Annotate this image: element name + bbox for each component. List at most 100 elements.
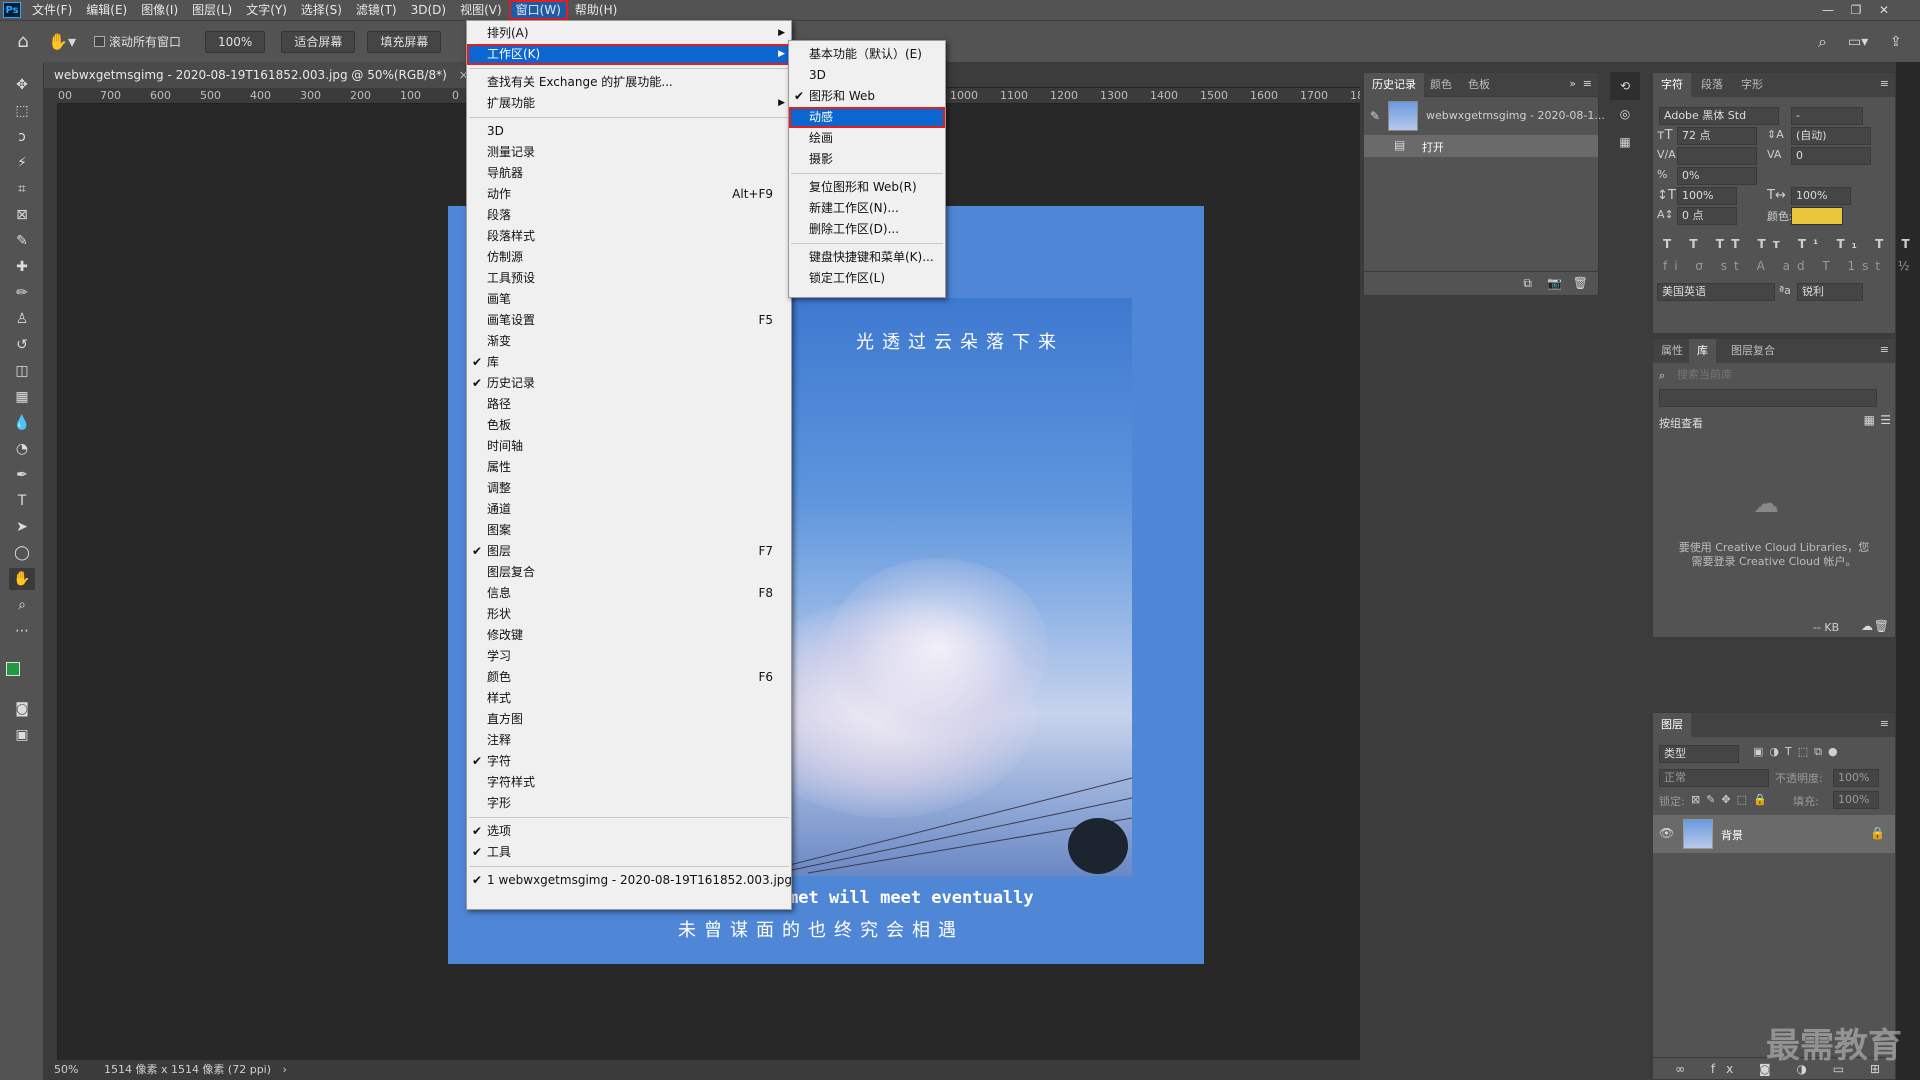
kerning-field[interactable] [1677, 147, 1757, 165]
window-menu-item[interactable]: 导航器 [467, 163, 791, 184]
brush-tool-icon[interactable]: ✏ [9, 282, 35, 304]
zoom-level[interactable]: 50% [54, 1063, 78, 1076]
workspace-layout-icon[interactable]: ▭▾ [1848, 34, 1868, 50]
lasso-tool-icon[interactable]: ↄ [9, 126, 35, 148]
workspace-menu-item[interactable]: 3D [789, 65, 945, 86]
foreground-color-swatch[interactable] [6, 662, 20, 676]
menu-filter[interactable]: 滤镜(T) [349, 0, 404, 20]
menu-layer[interactable]: 图层(L) [185, 0, 239, 20]
window-menu-item[interactable]: 颜色 F6 [467, 667, 791, 688]
window-menu-item[interactable]: 画笔 [467, 289, 791, 310]
window-menu-item[interactable]: 渐变 [467, 331, 791, 352]
window-menu-item[interactable]: 扩展功能 ▶ [467, 93, 791, 114]
tab-color[interactable]: 颜色 [1422, 73, 1460, 97]
tab-layer-comps[interactable]: 图层复合 [1723, 339, 1783, 363]
panel-menu-icon[interactable]: ≡ [1583, 77, 1592, 90]
window-menu-item[interactable]: 图层复合 [467, 562, 791, 583]
workspace-menu-item[interactable]: ✔ 图形和 Web [789, 86, 945, 107]
close-window-button[interactable]: ✕ [1870, 0, 1898, 20]
window-menu-item[interactable]: ✔ 字符 [467, 751, 791, 772]
workspace-menu-item[interactable]: 键盘快捷键和菜单(K)... [789, 247, 945, 268]
window-menu-item[interactable]: 排列(A) ▶ [467, 23, 791, 44]
tab-libraries[interactable]: 库 [1689, 339, 1716, 363]
restore-button[interactable]: ❐ [1842, 0, 1870, 20]
move-tool-icon[interactable]: ✥ [9, 74, 35, 96]
quick-mask-icon[interactable]: ◙ [9, 698, 35, 720]
history-brush-source-icon[interactable]: ✎ [1370, 109, 1380, 123]
home-icon[interactable]: ⌂ [8, 31, 38, 52]
window-menu-item[interactable]: 注释 [467, 730, 791, 751]
window-menu-item[interactable]: 时间轴 [467, 436, 791, 457]
hand-tool-preset-icon[interactable]: ✋▾ [44, 32, 80, 51]
marquee-tool-icon[interactable]: ⬚ [9, 100, 35, 122]
fill-screen-button[interactable]: 填充屏幕 [367, 30, 442, 53]
window-menu-item[interactable]: 信息 F8 [467, 583, 791, 604]
window-menu-item[interactable]: 通道 [467, 499, 791, 520]
grid-view-icon[interactable]: ▦ [1864, 413, 1875, 427]
window-menu-item[interactable]: 查找有关 Exchange 的扩展功能... [467, 72, 791, 93]
menu-view[interactable]: 视图(V) [453, 0, 509, 20]
hand-tool-icon[interactable]: ✋ [9, 568, 35, 590]
camera-icon[interactable]: 📷 [1547, 276, 1562, 290]
tab-layers[interactable]: 图层 [1653, 713, 1691, 737]
menu-3d[interactable]: 3D(D) [404, 0, 453, 20]
window-menu-item[interactable]: 学习 [467, 646, 791, 667]
fit-screen-button[interactable]: 适合屏幕 [281, 30, 356, 53]
collapse-panel-icon[interactable]: » [1569, 77, 1576, 90]
magic-wand-tool-icon[interactable]: ⚡ [9, 152, 35, 174]
crop-tool-icon[interactable]: ⌗ [9, 178, 35, 200]
zoom-tool-icon[interactable]: ⌕ [9, 594, 35, 616]
workspace-menu-item[interactable]: 锁定工作区(L) [789, 268, 945, 289]
menu-type[interactable]: 文字(Y) [239, 0, 294, 20]
window-menu-item[interactable]: ✔ 1 webwxgetmsgimg - 2020-08-19T161852.00… [467, 870, 792, 891]
window-menu-item[interactable]: 测量记录 [467, 142, 791, 163]
text-style-buttons[interactable]: T T TT Tт T¹ T₁ T T [1663, 237, 1917, 251]
window-menu-item[interactable]: 路径 [467, 394, 791, 415]
window-menu-item[interactable]: 调整 [467, 478, 791, 499]
more-tools-icon[interactable]: ⋯ [9, 620, 35, 642]
window-menu-item[interactable]: ✔ 选项 [467, 821, 791, 842]
library-select[interactable] [1659, 389, 1877, 407]
horizontal-scale-field[interactable]: 100% [1791, 187, 1851, 205]
workspace-menu-item[interactable]: 新建工作区(N)... [789, 198, 945, 219]
search-icon[interactable]: ⌕ [1818, 32, 1827, 52]
status-expand-icon[interactable]: › [283, 1063, 287, 1076]
window-menu-item[interactable]: ✔ 图层 F7 [467, 541, 791, 562]
eyedropper-tool-icon[interactable]: ✎ [9, 230, 35, 252]
window-menu-item[interactable]: 样式 [467, 688, 791, 709]
window-menu-item[interactable]: ✔ 库 [467, 352, 791, 373]
tab-glyphs[interactable]: 字形 [1733, 73, 1771, 97]
tab-swatches[interactable]: 色板 [1460, 73, 1498, 97]
window-menu-item[interactable]: 仿制源 [467, 247, 791, 268]
layer-filter-icons[interactable]: ▣◑T⬚⧉● [1753, 745, 1844, 759]
library-search-input[interactable]: 搜索当前库 [1673, 367, 1869, 385]
antialias-select[interactable]: 锐利 [1797, 283, 1863, 301]
pen-tool-icon[interactable]: ✒ [9, 464, 35, 486]
window-menu-item[interactable]: 画笔设置 F5 [467, 310, 791, 331]
history-snapshot[interactable]: ✎ webwxgetmsgimg - 2020-08-1... [1364, 97, 1605, 135]
eraser-tool-icon[interactable]: ◫ [9, 360, 35, 382]
opacity-field[interactable]: 100% [1833, 769, 1879, 787]
window-menu-item[interactable]: 工作区(K) ▶ [467, 44, 791, 65]
baseline-shift-field[interactable]: 0 点 [1677, 207, 1737, 225]
frame-tool-icon[interactable]: ⊠ [9, 204, 35, 226]
tab-paragraph[interactable]: 段落 [1693, 73, 1731, 97]
history-brush-tool-icon[interactable]: ↺ [9, 334, 35, 356]
tab-history[interactable]: 历史记录 [1364, 73, 1424, 97]
zoom-100-button[interactable]: 100% [205, 30, 266, 53]
language-select[interactable]: 美国英语 [1657, 283, 1775, 301]
window-menu-item[interactable]: 工具预设 [467, 268, 791, 289]
window-menu-item[interactable]: 3D [467, 121, 791, 142]
ellipse-tool-icon[interactable]: ◯ [9, 542, 35, 564]
dodge-tool-icon[interactable]: ◔ [9, 438, 35, 460]
window-menu-item[interactable]: 属性 [467, 457, 791, 478]
font-style-select[interactable]: - [1791, 107, 1863, 125]
grid-panel-icon[interactable]: ▦ [1610, 128, 1640, 156]
tracking-field[interactable]: 0 [1791, 147, 1871, 165]
window-menu-item[interactable]: 直方图 [467, 709, 791, 730]
minimize-button[interactable]: — [1814, 0, 1842, 20]
workspace-menu-item[interactable]: 绘画 [789, 128, 945, 149]
menu-file[interactable]: 文件(F) [25, 0, 79, 20]
screen-mode-icon[interactable]: ▣ [9, 724, 35, 746]
clone-stamp-tool-icon[interactable]: ♙ [9, 308, 35, 330]
